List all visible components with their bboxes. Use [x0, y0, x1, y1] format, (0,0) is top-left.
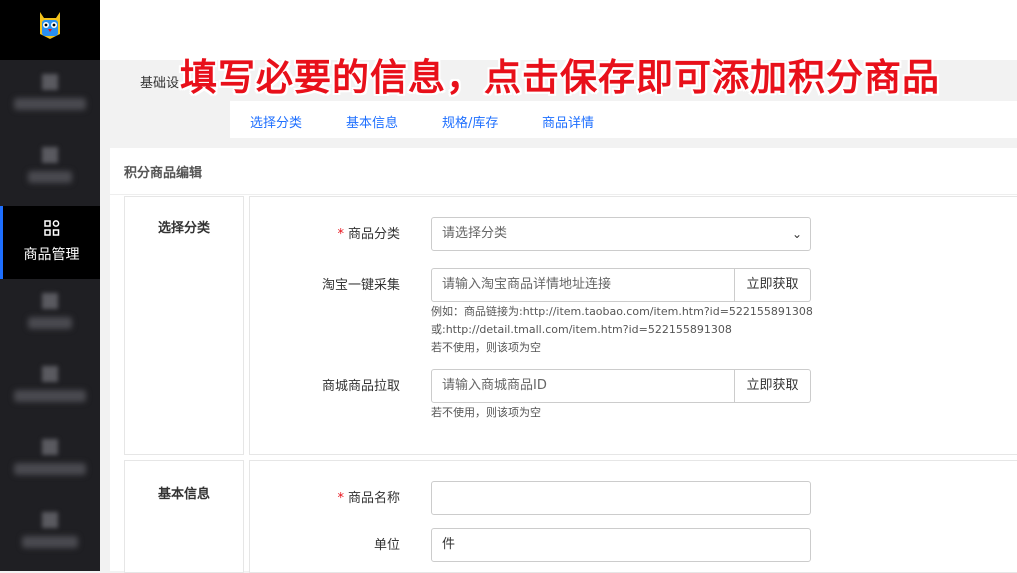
edit-card: 积分商品编辑 选择分类 * 商品分类 请选择分类 ⌄ 淘宝一键采集 请输入淘宝商品…: [110, 148, 1017, 573]
unit-input[interactable]: 件: [431, 528, 811, 562]
blurred-label: [22, 536, 78, 548]
instruction-banner: 填写必要的信息，点击保存即可添加积分商品: [180, 56, 940, 99]
mall-product-id-input[interactable]: 请输入商城商品ID: [431, 369, 735, 403]
blurred-label: [28, 171, 72, 183]
product-name-label: * 商品名称: [337, 491, 400, 506]
section-category-body: * 商品分类 请选择分类 ⌄ 淘宝一键采集 请输入淘宝商品详情地址连接 立即获取 …: [249, 196, 1017, 455]
sidebar-item-blurred-6[interactable]: [0, 498, 100, 571]
category-select[interactable]: 请选择分类 ⌄: [431, 217, 811, 251]
product-name-input[interactable]: [431, 481, 811, 515]
mall-hint-optional: 若不使用，则该项为空: [431, 406, 541, 419]
tab-spec-stock[interactable]: 规格/库存: [442, 112, 498, 131]
section-basic-body: * 商品名称 单位 件: [249, 460, 1017, 573]
blurred-label: [28, 317, 72, 329]
blurred-icon: [42, 366, 58, 382]
sidebar-item-product-management[interactable]: 商品管理: [0, 206, 100, 279]
blurred-label: [14, 463, 86, 475]
category-label: * 商品分类: [337, 227, 400, 242]
owl-logo-icon: [40, 12, 60, 39]
mall-fetch-button[interactable]: 立即获取: [735, 369, 811, 403]
taobao-collect-label: 淘宝一键采集: [321, 278, 400, 293]
grid-icon: [3, 220, 100, 240]
tab-basic-info[interactable]: 基本信息: [346, 112, 398, 131]
blurred-icon: [42, 74, 58, 90]
sidebar-item-blurred-5[interactable]: [0, 425, 100, 498]
card-title: 积分商品编辑: [124, 166, 203, 181]
sidebar: 商品管理: [0, 0, 100, 571]
taobao-hint-example: 例如：商品链接为:http://item.taobao.com/item.htm…: [431, 305, 813, 318]
sidebar-item-blurred-2[interactable]: [0, 133, 100, 206]
blurred-icon: [42, 512, 58, 528]
section-title: 选择分类: [157, 221, 210, 236]
section-basic-header: 基本信息: [124, 460, 244, 573]
sidebar-item-blurred-4[interactable]: [0, 352, 100, 425]
taobao-url-input[interactable]: 请输入淘宝商品详情地址连接: [431, 268, 735, 302]
required-mark: *: [337, 227, 344, 242]
tab-product-detail[interactable]: 商品详情: [542, 112, 594, 131]
sidebar-item-blurred-1[interactable]: [0, 60, 100, 133]
section-category-header: 选择分类: [124, 196, 244, 455]
taobao-hint-optional: 若不使用，则该项为空: [431, 341, 541, 354]
sidebar-item-label: 商品管理: [23, 247, 80, 263]
sidebar-item-blurred-3[interactable]: [0, 279, 100, 352]
unit-label: 单位: [373, 538, 400, 553]
section-tabs: 选择分类 基本信息 规格/库存 商品详情: [230, 101, 1017, 138]
blurred-icon: [42, 147, 58, 163]
chevron-down-icon: ⌄: [791, 227, 802, 241]
blurred-label: [14, 98, 86, 110]
divider: [110, 194, 1017, 195]
breadcrumb[interactable]: 基础设: [140, 72, 179, 91]
blurred-label: [14, 390, 86, 402]
tab-select-category[interactable]: 选择分类: [250, 112, 302, 131]
section-title: 基本信息: [157, 487, 210, 502]
required-mark: *: [337, 491, 344, 506]
taobao-fetch-button[interactable]: 立即获取: [735, 268, 811, 302]
blurred-icon: [42, 439, 58, 455]
blurred-icon: [42, 293, 58, 309]
app-logo[interactable]: [0, 0, 100, 60]
mall-pull-label: 商城商品拉取: [321, 379, 400, 394]
taobao-hint-tmall: 或:http://detail.tmall.com/item.htm?id=52…: [431, 323, 732, 336]
